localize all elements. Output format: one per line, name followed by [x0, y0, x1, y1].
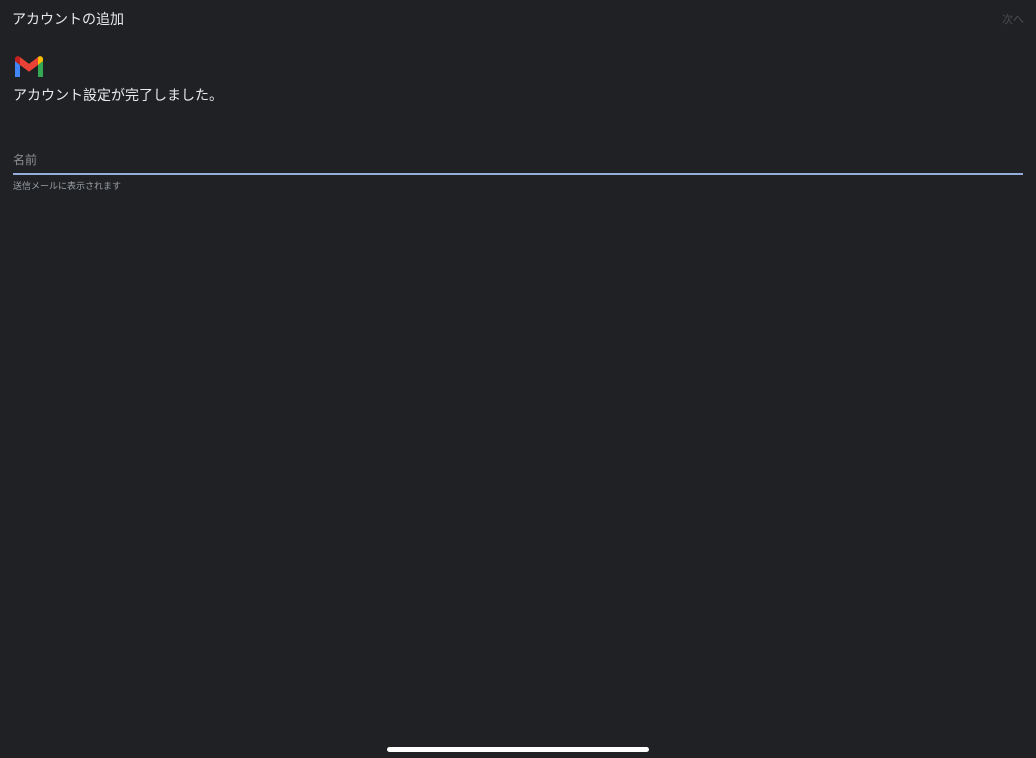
gmail-logo-icon	[15, 56, 43, 77]
setup-complete-message: アカウント設定が完了しました。	[13, 88, 223, 104]
name-input[interactable]	[13, 146, 1023, 173]
name-field-underline	[13, 173, 1023, 175]
name-field-helper-text: 送信メールに表示されます	[13, 182, 122, 192]
name-field[interactable]	[13, 146, 1023, 175]
gmail-logo-red	[20, 57, 38, 72]
next-button[interactable]: 次へ	[1002, 12, 1024, 28]
page-title: アカウントの追加	[12, 12, 124, 28]
add-account-screen: アカウントの追加 次へ アカウント設定が完了しました。 送信メールに表示されます	[0, 0, 1036, 758]
home-indicator[interactable]	[387, 747, 649, 752]
